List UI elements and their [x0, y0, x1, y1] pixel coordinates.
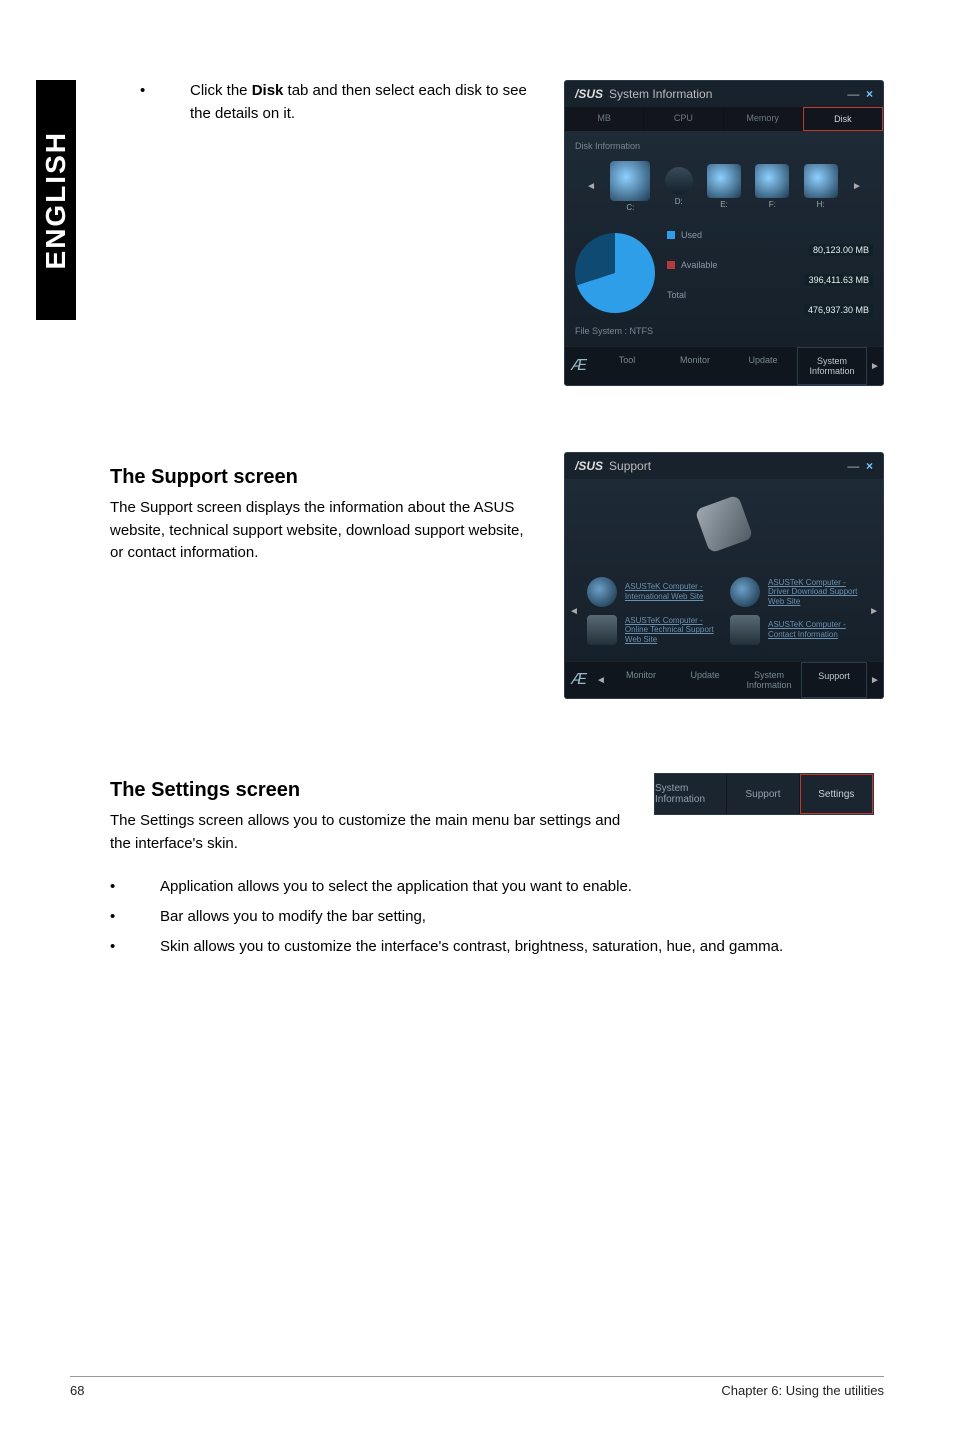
- tab-sysinfo: System Information: [655, 774, 727, 814]
- bullet: •: [110, 935, 130, 959]
- doc-icon: [587, 615, 617, 645]
- drive-icon: [610, 161, 650, 201]
- legend-swatch: [667, 261, 675, 269]
- drive-icon: [707, 164, 741, 198]
- tab-memory: Memory: [724, 107, 803, 131]
- asus-logo: /SUS: [575, 459, 603, 473]
- prev-arrow-icon: ◄: [565, 606, 583, 617]
- footer-sysinfo: System Information: [737, 662, 801, 698]
- ai-logo-icon: Æ: [565, 662, 593, 698]
- prev-arrow-icon: ◄: [586, 181, 596, 192]
- list-item: Application allows you to select the app…: [160, 875, 632, 899]
- system-information-screenshot: /SUS System Information — × MB CPU Memor…: [564, 80, 884, 386]
- tab-settings: Settings: [800, 774, 873, 814]
- tab-cpu: CPU: [644, 107, 723, 131]
- footer-arrow-icon: ◄: [593, 662, 609, 698]
- globe-icon: [587, 577, 617, 607]
- footer-update: Update: [673, 662, 737, 698]
- page-footer: 68 Chapter 6: Using the utilities: [70, 1376, 884, 1398]
- bullet: •: [110, 905, 130, 929]
- drive-icon: [804, 164, 838, 198]
- settings-paragraph: The Settings screen allows you to custom…: [110, 810, 624, 855]
- close-icon: ×: [866, 459, 873, 473]
- support-paragraph: The Support screen displays the informat…: [110, 497, 534, 565]
- filesystem-label: File System : NTFS: [575, 326, 873, 336]
- footer-monitor: Monitor: [661, 347, 729, 385]
- disk-usage-pie: [575, 233, 655, 313]
- ai-logo-icon: Æ: [565, 347, 593, 385]
- window-title: Support: [609, 459, 651, 473]
- list-item: Bar allows you to modify the bar setting…: [160, 905, 426, 929]
- minimize-icon: —: [847, 87, 859, 101]
- settings-heading: The Settings screen: [110, 779, 624, 802]
- footer-arrow-icon: ►: [867, 662, 883, 698]
- footer-sysinfo: System Information: [797, 347, 867, 385]
- tab-support: Support: [727, 774, 799, 814]
- wrench-icon: [695, 495, 754, 554]
- legend-swatch: [667, 231, 675, 239]
- minimize-icon: —: [847, 459, 859, 473]
- language-side-tab: ENGLISH: [36, 80, 76, 320]
- support-heading: The Support screen: [110, 466, 534, 489]
- support-screenshot: /SUS Support — × ◄ ASUSTeK Computer - In…: [564, 452, 884, 699]
- footer-tool: Tool: [593, 347, 661, 385]
- footer-monitor: Monitor: [609, 662, 673, 698]
- bullet: •: [110, 875, 130, 899]
- footer-support: Support: [801, 662, 867, 698]
- footer-update: Update: [729, 347, 797, 385]
- next-arrow-icon: ►: [852, 181, 862, 192]
- disk-info-label: Disk Information: [575, 141, 873, 151]
- language-label: ENGLISH: [40, 131, 72, 269]
- settings-tabs-screenshot: System Information Support Settings: [654, 773, 874, 815]
- next-arrow-icon: ►: [865, 606, 883, 617]
- footer-arrow-icon: ►: [867, 347, 883, 385]
- asus-logo: /SUS: [575, 87, 603, 101]
- close-icon: ×: [866, 87, 873, 101]
- doc-icon: [730, 615, 760, 645]
- drive-icon: [755, 164, 789, 198]
- drive-icon: [665, 167, 693, 195]
- disk-instruction: Click the Disk tab and then select each …: [190, 80, 534, 125]
- tab-mb: MB: [565, 107, 644, 131]
- tab-disk: Disk: [803, 107, 883, 131]
- chapter-label: Chapter 6: Using the utilities: [721, 1383, 884, 1398]
- globe-icon: [730, 577, 760, 607]
- window-title: System Information: [609, 87, 712, 101]
- page-number: 68: [70, 1383, 84, 1398]
- list-item: Skin allows you to customize the interfa…: [160, 935, 783, 959]
- bullet: •: [140, 80, 160, 125]
